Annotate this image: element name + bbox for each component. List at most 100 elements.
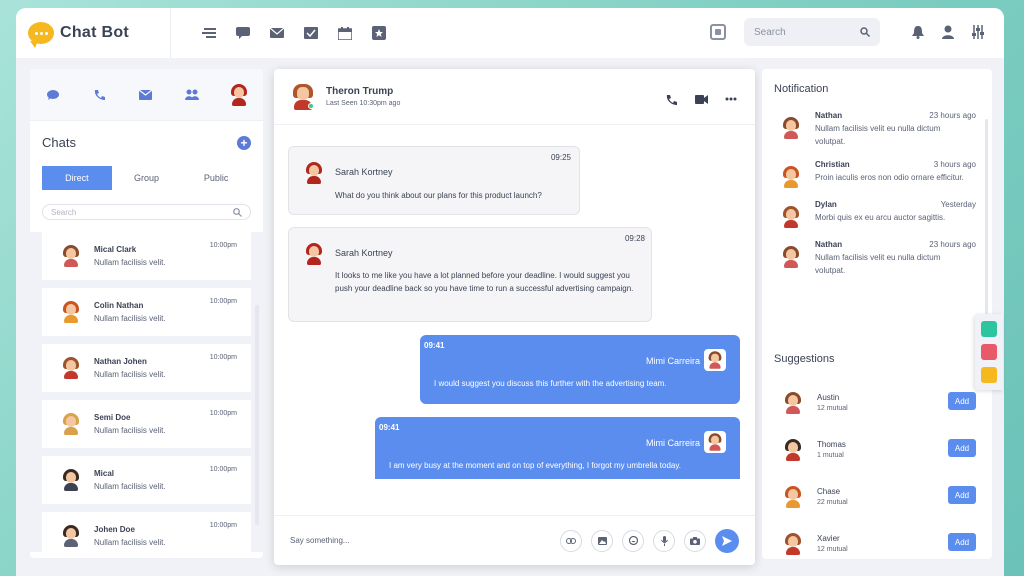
fullscreen-icon[interactable]	[710, 24, 726, 40]
add-friend-button[interactable]: Add	[948, 486, 976, 504]
menu-icon[interactable]	[201, 25, 217, 41]
logo[interactable]: Chat Bot	[16, 8, 171, 58]
suggestions-title: Suggestions	[774, 353, 835, 365]
top-right-tools: Search	[710, 18, 986, 46]
add-friend-button[interactable]: Add	[948, 392, 976, 410]
app-title: Chat Bot	[60, 24, 130, 41]
notification-text: Nullam facilisis velit eu nulla dictum v…	[815, 124, 941, 146]
add-friend-button[interactable]: Add	[948, 533, 976, 551]
suggestion-name: Austin	[817, 393, 840, 402]
sender-avatar	[305, 162, 323, 184]
chat-name: Johen Doe	[94, 525, 135, 534]
suggestion-item: Chase 22 mutual Add	[762, 473, 992, 520]
search-icon	[860, 27, 870, 37]
chat-bubble-logo-icon	[28, 22, 54, 48]
image-icon[interactable]	[591, 529, 613, 552]
chat-list-item[interactable]: Colin Nathan Nullam facilisis velit. 10:0…	[42, 288, 251, 336]
cart-icon[interactable]	[981, 343, 997, 360]
chat-name: Mical Clark	[94, 245, 137, 254]
chat-preview: Nullam facilisis velit.	[94, 538, 166, 547]
chats-panel: Chats + Direct Group Public Search Mical…	[30, 69, 263, 558]
phone-icon[interactable]	[663, 91, 679, 107]
chat-list-item[interactable]: Mical Clark Nullam facilisis velit. 10:00…	[42, 232, 251, 280]
notifications-title: Notification	[774, 83, 829, 95]
theme-icon[interactable]	[981, 321, 997, 338]
chat-list-scrollbar[interactable]	[255, 305, 259, 525]
layout-icon[interactable]	[981, 366, 997, 383]
suggestion-name: Chase	[817, 487, 841, 496]
chat-icon[interactable]	[235, 25, 251, 41]
group-icon[interactable]	[184, 87, 200, 103]
sender-avatar	[704, 431, 726, 453]
chat-preview: Nullam facilisis velit.	[94, 370, 166, 379]
tab-public[interactable]: Public	[181, 166, 251, 190]
phone-icon[interactable]	[91, 87, 107, 103]
conversation-header: Theron Trump Last Seen 10:30pm ago	[274, 69, 755, 125]
chat-list-item[interactable]: Johen Doe Nullam facilisis velit. 10:00pm	[42, 512, 251, 552]
search-input[interactable]: Search	[744, 18, 880, 46]
chat-preview: Nullam facilisis velit.	[94, 314, 166, 323]
add-chat-button[interactable]: +	[237, 135, 251, 150]
sender-name: Mimi Carreira	[646, 438, 700, 448]
chat-list-item[interactable]: Nathan Johen Nullam facilisis velit. 10:0…	[42, 344, 251, 392]
camera-icon[interactable]	[684, 529, 706, 552]
notification-time: 23 hours ago	[929, 240, 976, 249]
settings-sliders-icon[interactable]	[970, 24, 986, 40]
suggestion-name: Xavier	[817, 534, 840, 543]
suggestion-mutual: 12 mutual	[817, 405, 848, 412]
microphone-icon[interactable]	[653, 529, 675, 552]
emoji-icon[interactable]	[622, 529, 644, 552]
chat-search-input[interactable]: Search	[42, 204, 251, 220]
notification-item[interactable]: Dylan Morbi quis ex eu arcu auctor sagitt…	[762, 200, 992, 228]
chat-list-item[interactable]: Mical Nullam facilisis velit. 10:00pm	[42, 456, 251, 504]
send-icon	[722, 535, 732, 546]
tab-group[interactable]: Group	[112, 166, 182, 190]
sender-name: Sarah Kortney	[335, 248, 393, 258]
chat-name: Semi Doe	[94, 413, 131, 422]
add-friend-button[interactable]: Add	[948, 439, 976, 457]
tasks-icon[interactable]	[303, 25, 319, 41]
chat-preview: Nullam facilisis velit.	[94, 426, 166, 435]
link-icon[interactable]	[560, 529, 582, 552]
chat-list: Mical Clark Nullam facilisis velit. 10:00…	[30, 232, 263, 552]
bell-icon[interactable]	[910, 24, 926, 40]
chat-time: 10:00pm	[209, 522, 237, 529]
chat-name: Nathan Johen	[94, 357, 147, 366]
sender-avatar	[305, 243, 323, 265]
message-text: What do you think about our plans for th…	[335, 191, 542, 200]
tab-direct[interactable]: Direct	[42, 166, 112, 190]
notification-item[interactable]: Nathan Nullam facilisis velit eu nulla di…	[762, 240, 992, 277]
notification-list: Nathan Nullam facilisis velit eu nulla di…	[762, 111, 992, 329]
message-time: 09:28	[624, 234, 645, 243]
mail-icon[interactable]	[137, 87, 153, 103]
video-call-icon[interactable]	[693, 91, 709, 107]
notification-item[interactable]: Nathan Nullam facilisis velit eu nulla di…	[762, 111, 992, 148]
search-icon	[233, 207, 242, 217]
avatar	[782, 206, 800, 228]
contact-status: Last Seen 10:30pm ago	[326, 100, 401, 107]
chat-name: Mical	[94, 469, 115, 478]
chat-icon[interactable]	[45, 87, 61, 103]
send-button[interactable]	[715, 528, 739, 553]
more-options-icon[interactable]	[723, 91, 739, 107]
message-time: 09:25	[550, 153, 571, 162]
mail-icon[interactable]	[269, 25, 285, 41]
suggestion-mutual: 22 mutual	[817, 499, 848, 506]
star-icon[interactable]	[371, 25, 387, 41]
calendar-icon[interactable]	[337, 25, 353, 41]
contact-name: Theron Trump	[326, 86, 394, 97]
avatar	[784, 532, 802, 555]
top-bar: Chat Bot Search	[16, 8, 1004, 58]
chat-time: 10:00pm	[209, 354, 237, 361]
sender-name: Sarah Kortney	[335, 167, 393, 177]
message-input[interactable]: Say something...	[290, 536, 551, 545]
app-window: Chat Bot Search Chats + Direct Group Pub…	[16, 8, 1004, 576]
chat-list-item[interactable]: Semi Doe Nullam facilisis velit. 10:00pm	[42, 400, 251, 448]
avatar	[784, 438, 802, 461]
profile-avatar[interactable]	[230, 83, 248, 106]
notification-item[interactable]: Christian Proin iaculis eros non odio orn…	[762, 160, 992, 188]
notification-scrollbar[interactable]	[985, 119, 988, 319]
user-icon[interactable]	[940, 24, 956, 40]
message-bubble-incoming: 09:25 Sarah Kortney What do you think ab…	[288, 146, 580, 215]
online-indicator	[308, 103, 314, 109]
